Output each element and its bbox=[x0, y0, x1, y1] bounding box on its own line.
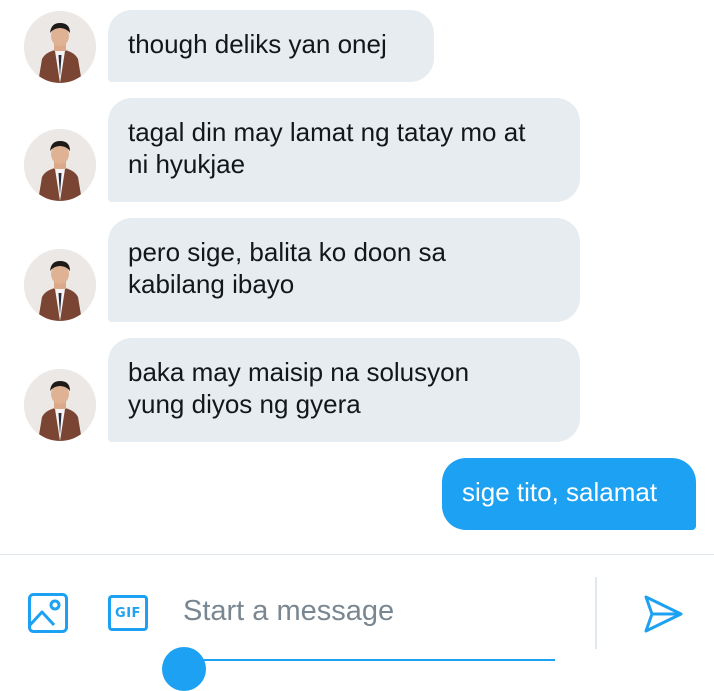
user-avatar-photo bbox=[24, 369, 96, 441]
avatar[interactable] bbox=[24, 11, 96, 83]
user-avatar-photo bbox=[24, 129, 96, 201]
image-icon bbox=[28, 593, 68, 633]
message-bubble[interactable]: pero sige, balita ko doon sa kabilang ib… bbox=[108, 218, 580, 322]
message-row: sige tito, salamat bbox=[0, 458, 714, 530]
avatar[interactable] bbox=[24, 249, 96, 321]
message-bubble[interactable]: baka may maisip na solusyon yung diyos n… bbox=[108, 338, 580, 442]
message-row: baka may maisip na solusyon yung diyos n… bbox=[0, 338, 714, 442]
composer-separator bbox=[595, 577, 597, 649]
message-composer: GIF bbox=[0, 555, 714, 691]
message-input[interactable] bbox=[183, 585, 555, 637]
user-avatar-photo bbox=[24, 11, 96, 83]
user-avatar-photo bbox=[24, 249, 96, 321]
input-underline bbox=[183, 659, 555, 661]
send-icon bbox=[644, 595, 683, 633]
conversation-thread: though deliks yan onej tagal din may lam… bbox=[0, 0, 714, 555]
message-bubble[interactable]: though deliks yan onej bbox=[108, 10, 434, 82]
avatar[interactable] bbox=[24, 369, 96, 441]
text-cursor-handle[interactable] bbox=[162, 647, 206, 691]
message-bubble-outgoing[interactable]: sige tito, salamat bbox=[442, 458, 696, 530]
message-bubble[interactable]: tagal din may lamat ng tatay mo at ni hy… bbox=[108, 98, 580, 202]
avatar[interactable] bbox=[24, 129, 96, 201]
send-button[interactable] bbox=[638, 589, 688, 639]
gif-icon: GIF bbox=[108, 595, 148, 631]
gif-button[interactable]: GIF bbox=[106, 591, 150, 635]
message-row: pero sige, balita ko doon sa kabilang ib… bbox=[0, 218, 714, 322]
message-row: though deliks yan onej bbox=[0, 10, 714, 83]
add-media-button[interactable] bbox=[24, 589, 72, 637]
message-row: tagal din may lamat ng tatay mo at ni hy… bbox=[0, 98, 714, 202]
